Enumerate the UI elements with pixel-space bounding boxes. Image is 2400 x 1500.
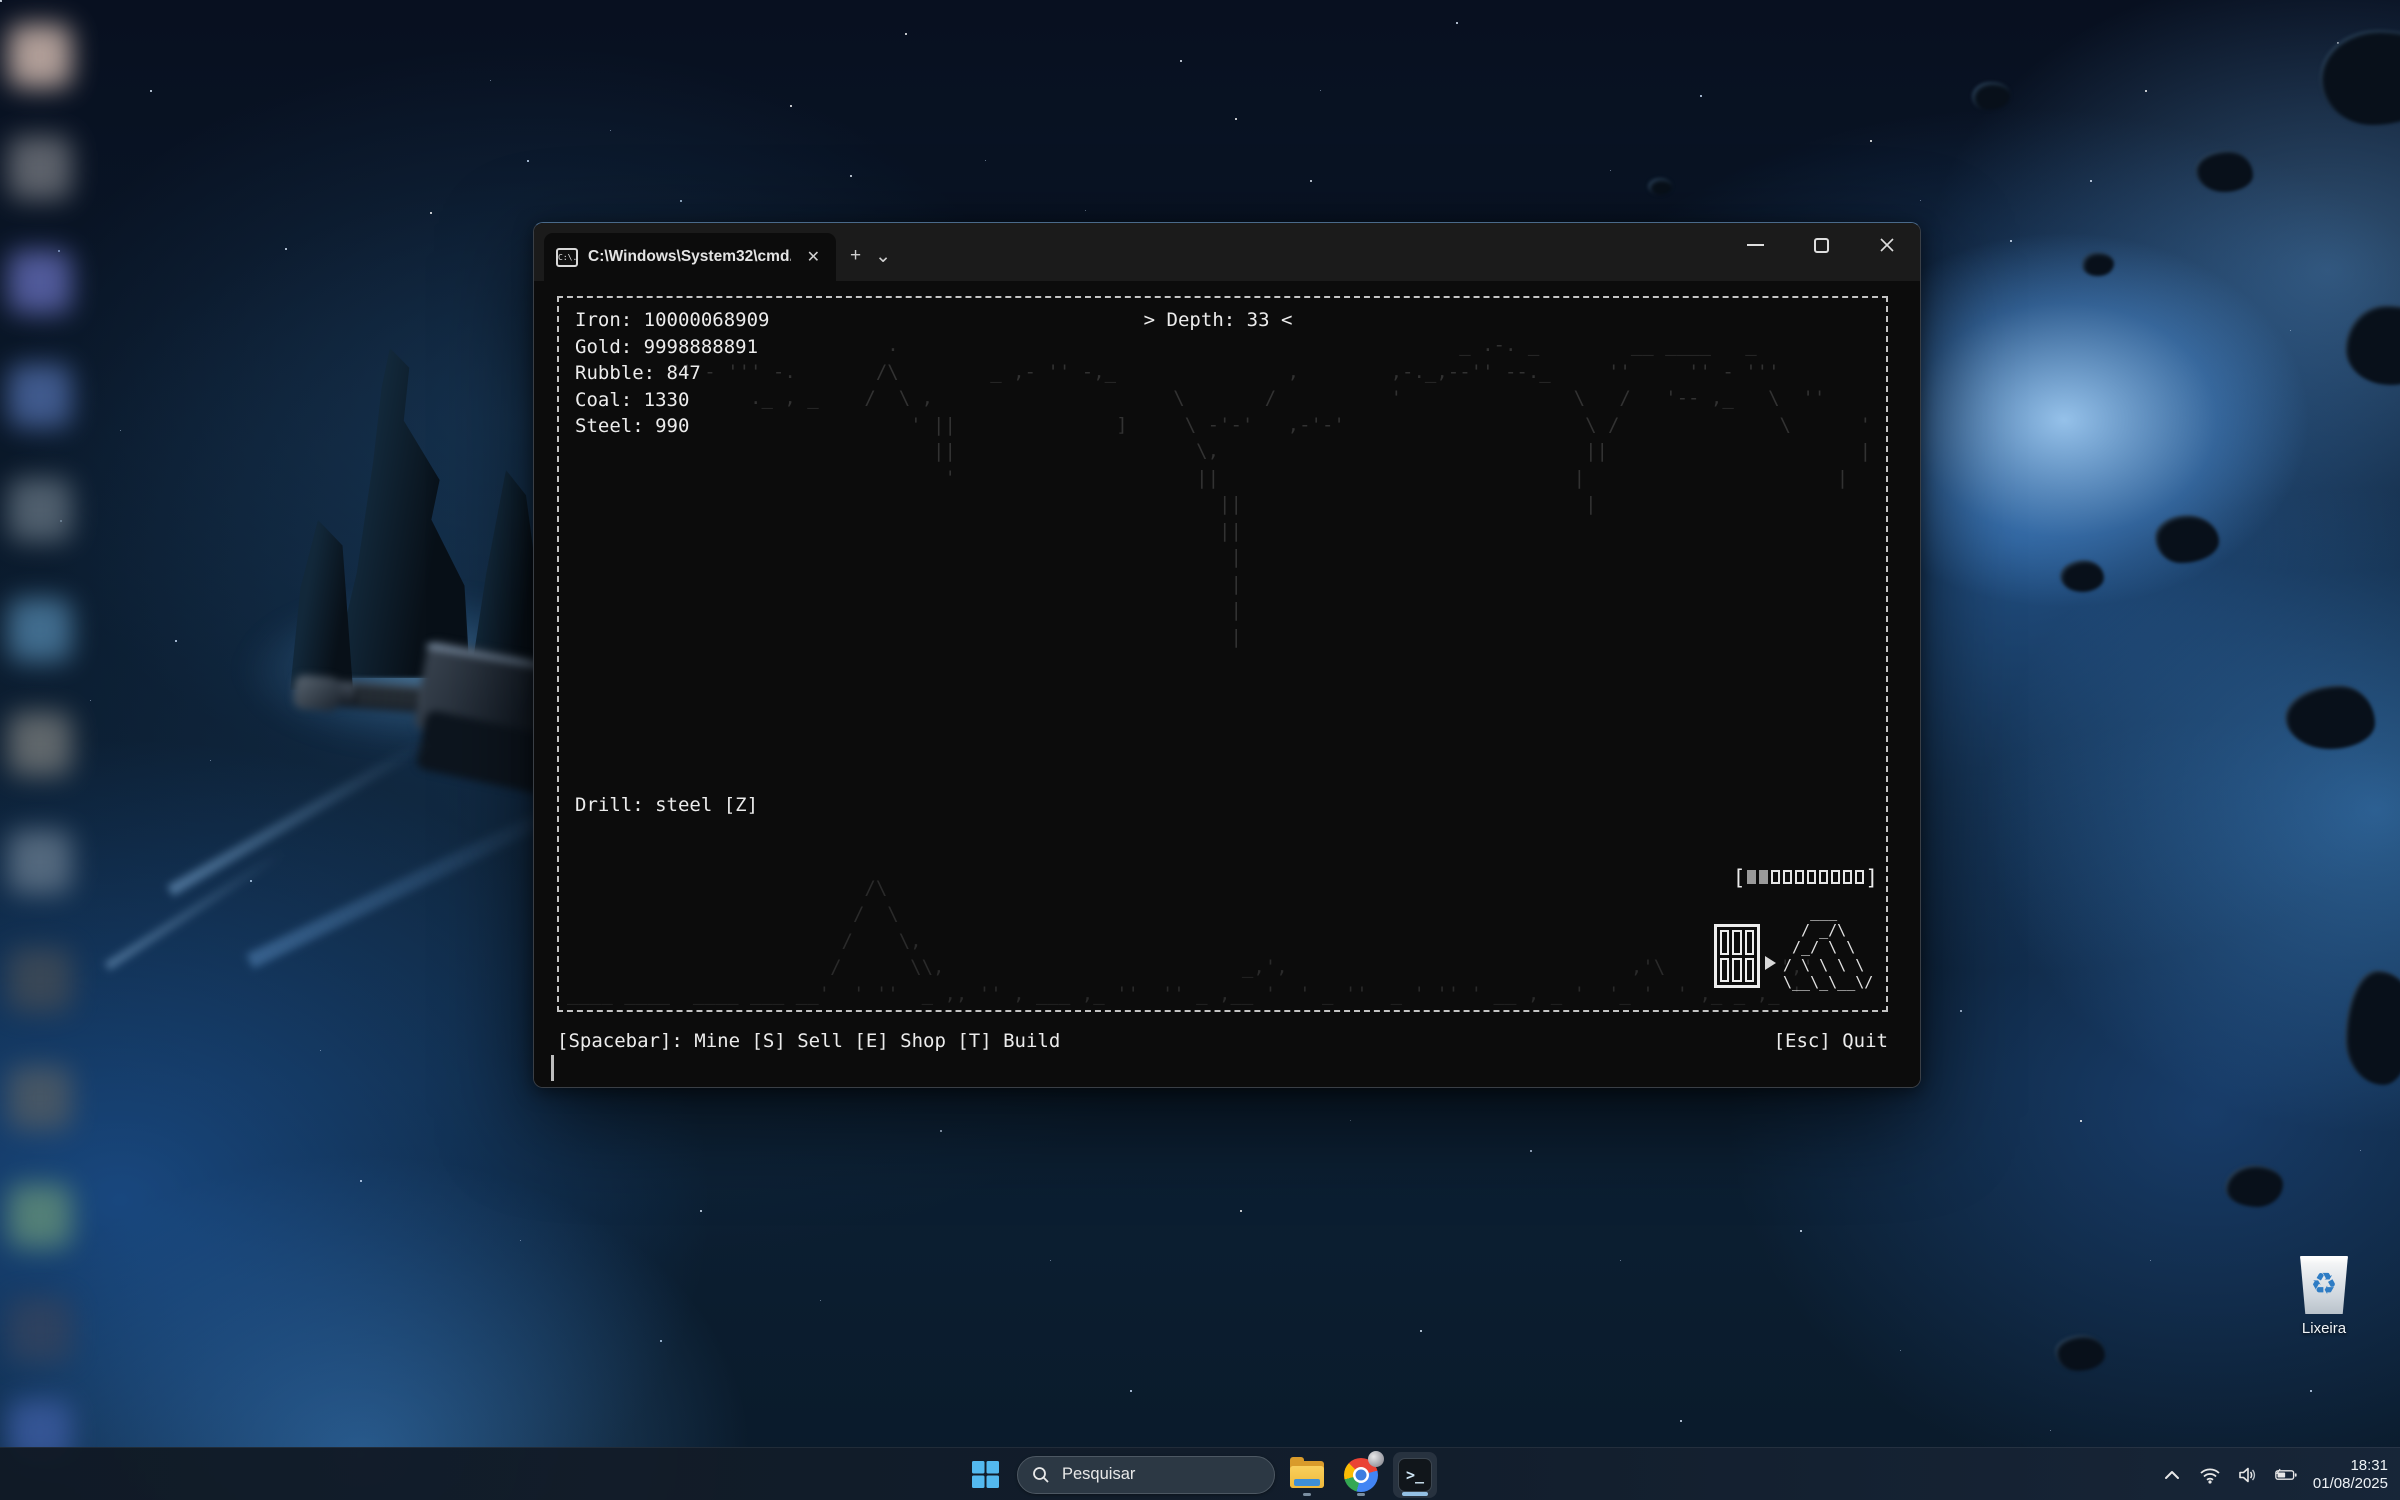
drill-progress-bar: [ ] <box>1733 866 1878 890</box>
terminal-window: C:\. C:\Windows\System32\cmd.e ✕ + ⌄ . <box>533 222 1921 1088</box>
game-border-box: . _ .-. _ __ ____ _ '' - ''' -. /\ _ ,- … <box>557 296 1888 1012</box>
asteroid <box>2060 560 2104 592</box>
command-bar: [Spacebar]: Mine [S] Sell [E] Shop [T] B… <box>557 1028 1888 1055</box>
desktop-icon-blurred[interactable] <box>8 1184 72 1248</box>
recycle-bin[interactable]: ♻ Lixeira <box>2284 1256 2364 1337</box>
desktop-icon-blurred[interactable] <box>8 136 72 200</box>
asteroid <box>2055 1335 2105 1371</box>
starfield-dim <box>0 0 1 1</box>
desktop: ♻ Lixeira C:\. C:\Windows\System32\cmd.e… <box>0 0 2400 1500</box>
command-hints: [Spacebar]: Mine [S] Sell [E] Shop [T] B… <box>557 1028 1060 1055</box>
desktop-icon-blurred[interactable] <box>8 364 72 428</box>
asteroid <box>2195 150 2253 192</box>
tray-chevron-up-icon[interactable] <box>2161 1464 2183 1486</box>
drill-arrow-icon <box>1765 956 1776 970</box>
terrain-ascii-bottom: /\ / \ / \, / \\, _,', ,'\ ',' ____ ____… <box>567 875 1814 1008</box>
desktop-icon-blurred[interactable] <box>8 478 72 542</box>
building-sprite <box>1714 924 1760 988</box>
structure-ascii-sprite: ___ / _/\ /_/ \ \ / \ \ \ \ \__\_\__\/ <box>1783 904 1873 992</box>
hud-rubble: Rubble: 847 <box>575 360 769 387</box>
terminal-icon: >_ <box>1398 1458 1432 1492</box>
taskbar-clock[interactable]: 18:31 01/08/2025 <box>2313 1457 2388 1493</box>
desktop-icon-blurred[interactable] <box>8 948 72 1012</box>
desktop-icon-blurred[interactable] <box>8 1066 72 1130</box>
taskbar-terminal[interactable]: >_ <box>1393 1452 1437 1498</box>
progress-close-bracket: ] <box>1865 866 1878 890</box>
start-button[interactable] <box>963 1452 1007 1498</box>
chrome-icon <box>1344 1458 1378 1492</box>
text-cursor <box>551 1055 554 1081</box>
close-button[interactable] <box>1854 223 1920 267</box>
recycle-bin-icon: ♻ <box>2298 1256 2350 1314</box>
asteroid <box>2082 252 2114 276</box>
maximize-button[interactable] <box>1788 223 1854 267</box>
tab-title: C:\Windows\System32\cmd.e <box>588 248 791 266</box>
title-bar[interactable]: C:\. C:\Windows\System32\cmd.e ✕ + ⌄ <box>534 223 1920 281</box>
progress-open-bracket: [ <box>1733 866 1746 890</box>
asteroid <box>2285 685 2375 749</box>
terminal-content: . _ .-. _ __ ____ _ '' - ''' -. /\ _ ,- … <box>534 281 1920 1087</box>
desktop-icon-blurred[interactable] <box>8 598 72 662</box>
hud-steel: Steel: 990 <box>575 413 769 440</box>
hud-coal: Coal: 1330 <box>575 387 769 414</box>
desktop-icon-blurred[interactable] <box>8 24 72 88</box>
drill-status: Drill: steel [Z] <box>575 792 758 819</box>
file-explorer-icon <box>1290 1461 1324 1488</box>
wifi-icon[interactable] <box>2199 1464 2221 1486</box>
quit-hint: [Esc] Quit <box>1774 1028 1888 1055</box>
desktop-icon-blurred[interactable] <box>8 250 72 314</box>
recycle-bin-label: Lixeira <box>2284 1320 2364 1337</box>
clock-time: 18:31 <box>2313 1457 2388 1475</box>
terminal-tab[interactable]: C:\. C:\Windows\System32\cmd.e ✕ <box>544 233 836 281</box>
search-icon <box>1032 1466 1050 1484</box>
search-input[interactable]: Pesquisar <box>1017 1456 1275 1494</box>
desktop-icon-blurred[interactable] <box>8 1298 72 1362</box>
windows-logo-icon <box>972 1461 999 1488</box>
depth-indicator: > Depth: 33 < <box>1144 307 1293 334</box>
minimize-button[interactable] <box>1722 223 1788 267</box>
progress-cells <box>1745 869 1865 888</box>
cmd-icon: C:\. <box>556 248 578 267</box>
hud-gold: Gold: 9998888891 <box>575 334 769 361</box>
taskbar: Pesquisar >_ <box>0 1447 2400 1500</box>
clock-date: 01/08/2025 <box>2313 1475 2388 1493</box>
desktop-icon-blurred[interactable] <box>8 830 72 894</box>
battery-charging-icon[interactable] <box>2275 1464 2297 1486</box>
volume-icon[interactable] <box>2237 1464 2259 1486</box>
taskbar-file-explorer[interactable] <box>1285 1452 1329 1498</box>
new-tab-button[interactable]: + <box>850 245 861 267</box>
taskbar-chrome[interactable] <box>1339 1452 1383 1498</box>
resource-hud: Iron: 10000068909 Gold: 9998888891 Rubbl… <box>575 307 769 440</box>
asteroid <box>1648 178 1672 195</box>
search-placeholder: Pesquisar <box>1062 1465 1135 1484</box>
tab-dropdown-icon[interactable]: ⌄ <box>875 245 891 268</box>
asteroid <box>2225 1165 2283 1207</box>
chrome-badge-icon <box>1368 1451 1384 1467</box>
tab-close-icon[interactable]: ✕ <box>801 245 826 269</box>
hud-iron: Iron: 10000068909 <box>575 307 769 334</box>
desktop-icon-blurred[interactable] <box>8 712 72 776</box>
